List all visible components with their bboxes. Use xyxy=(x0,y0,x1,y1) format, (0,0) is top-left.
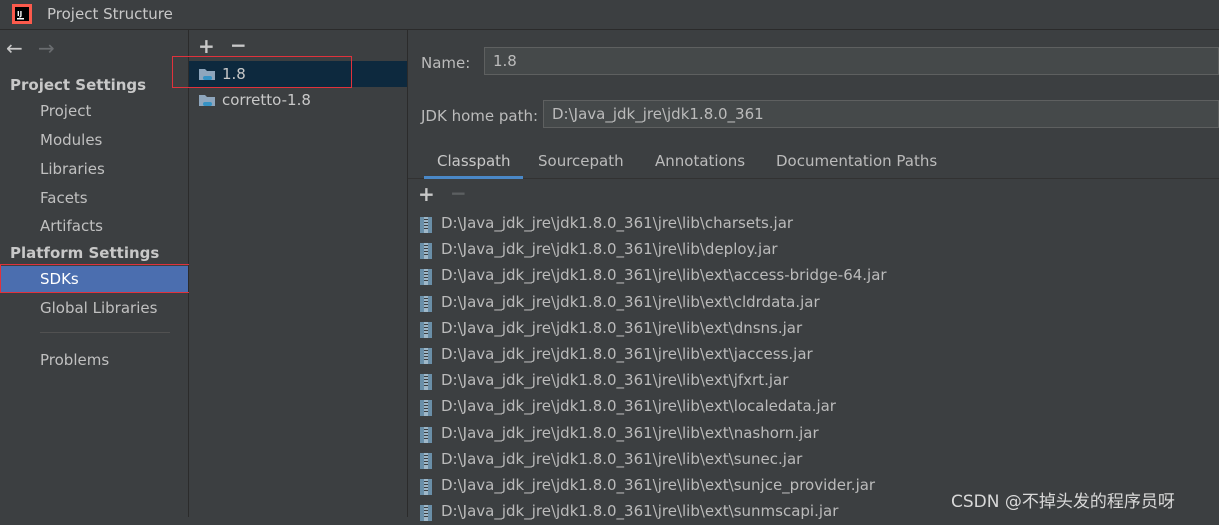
classpath-entry-text: D:\Java_jdk_jre\jdk1.8.0_361\jre\lib\cha… xyxy=(441,214,794,232)
jar-archive-icon xyxy=(420,452,432,469)
jar-archive-icon xyxy=(420,348,432,364)
nav-item-artifacts[interactable]: Artifacts xyxy=(40,217,103,235)
classpath-entry[interactable]: D:\Java_jdk_jre\jdk1.8.0_361\jre\lib\ext… xyxy=(420,368,1200,394)
platform-settings-header: Platform Settings xyxy=(10,244,160,262)
arrow-left-icon[interactable]: ← xyxy=(6,38,23,58)
plus-icon[interactable]: + xyxy=(418,184,435,204)
classpath-entry[interactable]: D:\Java_jdk_jre\jdk1.8.0_361\jre\lib\ext… xyxy=(420,394,1200,420)
nav-item-libraries[interactable]: Libraries xyxy=(40,160,105,178)
classpath-entry-text: D:\Java_jdk_jre\jdk1.8.0_361\jre\lib\ext… xyxy=(441,423,819,442)
classpath-entry[interactable]: D:\Java_jdk_jre\jdk1.8.0_361\jre\lib\ext… xyxy=(420,263,1200,289)
title-bar: IJ Project Structure xyxy=(0,0,1219,30)
nav-item-global-libraries[interactable]: Global Libraries xyxy=(40,299,157,317)
plus-icon[interactable]: + xyxy=(198,36,215,56)
jar-archive-icon xyxy=(420,505,432,522)
classpath-entry-text: D:\Java_jdk_jre\jdk1.8.0_361\jre\lib\ext… xyxy=(441,449,803,468)
nav-item-project[interactable]: Project xyxy=(40,102,91,120)
classpath-entry-text: D:\Java_jdk_jre\jdk1.8.0_361\jre\lib\ext… xyxy=(441,397,836,416)
minus-icon: − xyxy=(450,181,467,205)
classpath-entry-text: D:\Java_jdk_jre\jdk1.8.0_361\jre\lib\ext… xyxy=(441,371,789,390)
tab-classpath[interactable]: Classpath xyxy=(437,152,511,170)
jar-archive-icon xyxy=(420,400,432,417)
svg-text:IJ: IJ xyxy=(17,10,22,18)
classpath-entry[interactable]: D:\Java_jdk_jre\jdk1.8.0_361\jre\lib\ext… xyxy=(420,447,1200,473)
tab-sourcepath[interactable]: Sourcepath xyxy=(538,152,624,170)
nav-item-facets[interactable]: Facets xyxy=(40,189,88,207)
jar-archive-icon xyxy=(420,479,432,495)
jar-archive-icon xyxy=(420,217,432,233)
project-settings-header: Project Settings xyxy=(10,76,147,94)
classpath-entry-text: D:\Java_jdk_jre\jdk1.8.0_361\jre\lib\ext… xyxy=(441,318,803,337)
watermark: CSDN @不掉头发的程序员呀 xyxy=(951,492,1175,512)
jar-archive-icon xyxy=(420,426,432,443)
arrow-right-icon[interactable]: → xyxy=(38,38,55,58)
sdk-details-panel: Name: 1.8 JDK home path: D:\Java_jdk_jre… xyxy=(408,30,1219,522)
jar-archive-icon xyxy=(420,374,432,391)
jar-archive-icon xyxy=(420,269,432,286)
nav-item-modules[interactable]: Modules xyxy=(40,131,102,149)
classpath-entry-text: D:\Java_jdk_jre\jdk1.8.0_361\jre\lib\dep… xyxy=(441,240,778,259)
nav-item-problems[interactable]: Problems xyxy=(40,351,109,369)
sdk-item-label: corretto-1.8 xyxy=(222,91,311,109)
window-title: Project Structure xyxy=(47,5,173,23)
name-field[interactable]: 1.8 xyxy=(484,47,1219,75)
classpath-entry[interactable]: D:\Java_jdk_jre\jdk1.8.0_361\jre\lib\ext… xyxy=(420,290,1200,316)
name-label: Name: xyxy=(421,54,471,72)
classpath-entry-text: D:\Java_jdk_jre\jdk1.8.0_361\jre\lib\ext… xyxy=(441,345,813,363)
classpath-entry[interactable]: D:\Java_jdk_jre\jdk1.8.0_361\jre\lib\ext… xyxy=(420,342,1200,368)
sdk-list-panel: + − 1.8 corretto-1.8 xyxy=(189,30,408,517)
paths-tab-bar: Classpath Sourcepath Annotations Documen… xyxy=(408,144,1219,179)
jar-archive-icon xyxy=(420,321,432,338)
classpath-entry-text: D:\Java_jdk_jre\jdk1.8.0_361\jre\lib\ext… xyxy=(441,502,839,521)
jdk-home-path-label: JDK home path: xyxy=(421,107,539,125)
jdk-home-path-field[interactable]: D:\Java_jdk_jre\jdk1.8.0_361 xyxy=(543,100,1219,128)
classpath-entry[interactable]: D:\Java_jdk_jre\jdk1.8.0_361\jre\lib\dep… xyxy=(420,237,1200,263)
tab-annotations[interactable]: Annotations xyxy=(655,152,745,170)
sdks-highlight-box xyxy=(0,264,193,293)
jar-archive-icon xyxy=(420,243,432,260)
classpath-entry[interactable]: D:\Java_jdk_jre\jdk1.8.0_361\jre\lib\ext… xyxy=(420,421,1200,447)
jar-archive-icon xyxy=(420,295,432,312)
classpath-entry[interactable]: D:\Java_jdk_jre\jdk1.8.0_361\jre\lib\ext… xyxy=(420,316,1200,342)
classpath-entry-text: D:\Java_jdk_jre\jdk1.8.0_361\jre\lib\ext… xyxy=(441,476,876,494)
intellij-logo-icon: IJ xyxy=(12,4,32,24)
sdk-item-corretto-1-8[interactable]: corretto-1.8 xyxy=(189,87,407,113)
minus-icon[interactable]: − xyxy=(230,35,247,55)
classpath-entry[interactable]: D:\Java_jdk_jre\jdk1.8.0_361\jre\lib\cha… xyxy=(420,211,1200,237)
nav-divider xyxy=(40,332,170,333)
tab-documentation-paths[interactable]: Documentation Paths xyxy=(776,152,937,170)
classpath-toolbar: + − xyxy=(408,179,1219,209)
sdk-1-8-highlight-box xyxy=(172,56,352,88)
classpath-entry-text: D:\Java_jdk_jre\jdk1.8.0_361\jre\lib\ext… xyxy=(441,266,887,285)
jdk-folder-icon xyxy=(199,95,215,106)
classpath-entry-text: D:\Java_jdk_jre\jdk1.8.0_361\jre\lib\ext… xyxy=(441,292,820,311)
